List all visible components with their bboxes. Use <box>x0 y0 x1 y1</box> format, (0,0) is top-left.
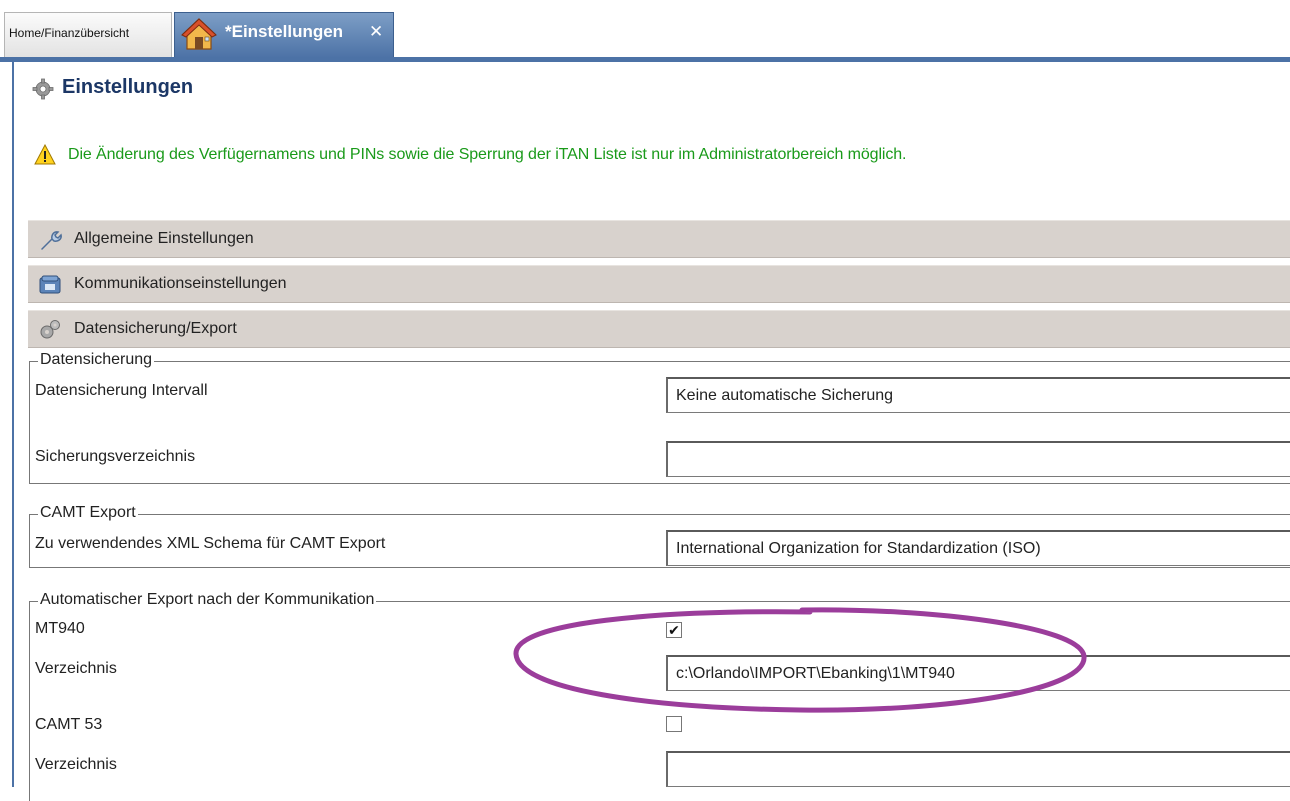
section-kommunikationseinstellungen[interactable]: Kommunikationseinstellungen <box>28 265 1290 303</box>
tab-home-label: Home/Finanzübersicht <box>9 26 130 40</box>
camt53-label: CAMT 53 <box>35 716 103 733</box>
camt-schema-field[interactable]: International Organization for Standardi… <box>666 530 1290 566</box>
section-label: Allgemeine Einstellungen <box>74 230 254 247</box>
warning-text: Die Änderung des Verfügernamens und PINs… <box>68 146 907 163</box>
tab-einstellungen[interactable]: *Einstellungen ✕ <box>174 12 394 58</box>
tab-home-finanzuebersicht[interactable]: Home/Finanzübersicht <box>4 12 172 58</box>
camt53-verzeichnis-field[interactable] <box>666 751 1290 787</box>
section-label: Kommunikationseinstellungen <box>74 275 287 292</box>
group-legend: CAMT Export <box>38 504 138 522</box>
house-icon <box>181 18 217 50</box>
section-label: Datensicherung/Export <box>74 320 237 337</box>
group-datensicherung: Datensicherung Datensicherung Intervall … <box>29 351 1290 484</box>
content-left-border <box>12 62 14 787</box>
page-title: Einstellungen <box>62 76 194 98</box>
group-legend: Automatischer Export nach der Kommunikat… <box>38 591 377 609</box>
sicherungsverzeichnis-field[interactable] <box>666 441 1290 477</box>
sicherungsverzeichnis-label: Sicherungsverzeichnis <box>35 448 196 465</box>
datensicherung-intervall-field[interactable]: Keine automatische Sicherung <box>666 377 1290 413</box>
tab-underline <box>0 57 1290 62</box>
section-allgemeine-einstellungen[interactable]: Allgemeine Einstellungen <box>28 220 1290 258</box>
camt53-verzeichnis-label: Verzeichnis <box>35 756 117 773</box>
close-tab-icon[interactable]: ✕ <box>369 22 383 42</box>
mt940-verzeichnis-label: Verzeichnis <box>35 660 117 677</box>
section-datensicherung-export[interactable]: Datensicherung/Export <box>28 310 1290 348</box>
group-camt-export: CAMT Export Zu verwendendes XML Schema f… <box>29 504 1290 568</box>
warning-icon <box>34 144 56 165</box>
mt940-label: MT940 <box>35 620 85 637</box>
datensicherung-intervall-label: Datensicherung Intervall <box>35 382 208 399</box>
gears-icon <box>40 320 60 339</box>
camt53-checkbox[interactable] <box>666 716 682 732</box>
group-legend: Datensicherung <box>38 351 155 369</box>
wrench-icon <box>41 231 62 250</box>
gear-icon <box>32 78 54 100</box>
tab-einstellungen-label: *Einstellungen <box>225 22 344 41</box>
camt-schema-label: Zu verwendendes XML Schema für CAMT Expo… <box>35 535 386 552</box>
telephone-icon <box>39 275 61 294</box>
annotation-ellipse <box>513 607 1087 713</box>
tab-bar: Home/Finanzübersicht *Einstellungen ✕ <box>0 0 1290 62</box>
